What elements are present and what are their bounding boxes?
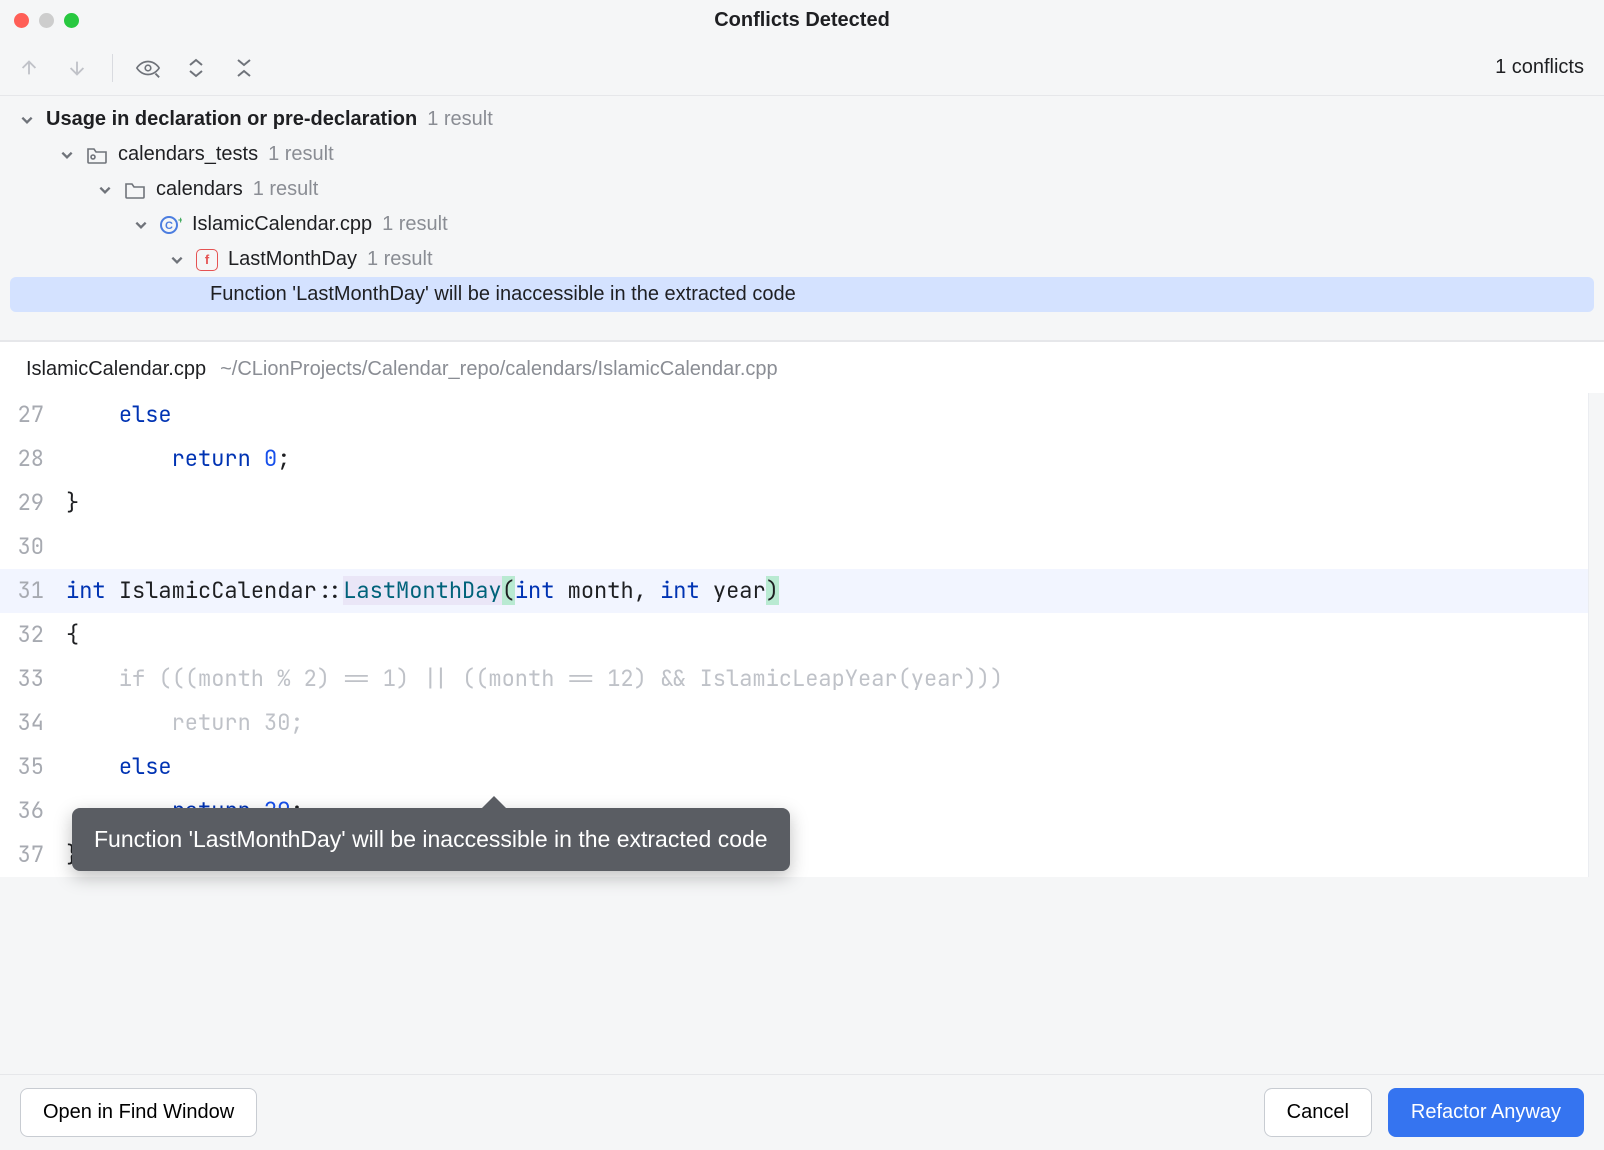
editor-file-name: IslamicCalendar.cpp xyxy=(26,358,206,381)
toolbar: 1 conflicts xyxy=(0,40,1604,96)
editor-panel: IslamicCalendar.cpp ~/CLionProjects/Cale… xyxy=(0,341,1604,877)
line-number: 34 xyxy=(0,701,54,745)
close-window-button[interactable] xyxy=(14,13,29,28)
chevron-down-icon[interactable] xyxy=(58,146,76,164)
cpp-file-icon: C+ xyxy=(160,214,182,236)
line-number: 27 xyxy=(0,393,54,437)
tree-row-conflict[interactable]: Function 'LastMonthDay' will be inaccess… xyxy=(10,277,1594,312)
editor-header: IslamicCalendar.cpp ~/CLionProjects/Cale… xyxy=(0,342,1604,393)
minimize-window-button[interactable] xyxy=(39,13,54,28)
tree-count: 1 result xyxy=(367,248,433,271)
traffic-lights xyxy=(14,13,79,28)
tree-label: IslamicCalendar.cpp xyxy=(192,213,372,236)
function-icon: f xyxy=(196,249,218,271)
line-number: 31 xyxy=(0,569,54,613)
chevron-down-icon[interactable] xyxy=(96,181,114,199)
code-line: 34 return 30; xyxy=(0,701,1604,745)
tree-label: calendars_tests xyxy=(118,143,258,166)
chevron-down-icon[interactable] xyxy=(132,216,150,234)
code-line: 35 else xyxy=(0,745,1604,789)
chevron-down-icon[interactable] xyxy=(168,251,186,269)
titlebar: Conflicts Detected xyxy=(0,0,1604,40)
conflict-tooltip: Function 'LastMonthDay' will be inaccess… xyxy=(72,808,790,871)
code-line: 29 } xyxy=(0,481,1604,525)
code-line-highlighted: 31 int IslamicCalendar::LastMonthDay(int… xyxy=(0,569,1604,613)
line-number: 33 xyxy=(0,657,54,701)
line-number: 29 xyxy=(0,481,54,525)
toolbar-separator xyxy=(112,54,113,82)
conflict-count: 1 conflicts xyxy=(1495,56,1588,79)
tree-count: 1 result xyxy=(268,143,334,166)
refactor-anyway-button[interactable]: Refactor Anyway xyxy=(1388,1088,1584,1137)
tree-row-file[interactable]: C+ IslamicCalendar.cpp 1 result xyxy=(0,207,1604,242)
code-line: 33 if (((month % 2) == 1) || ((month == … xyxy=(0,657,1604,701)
line-number: 37 xyxy=(0,833,54,877)
conflict-tree: Usage in declaration or pre-declaration … xyxy=(0,96,1604,341)
open-in-find-button[interactable]: Open in Find Window xyxy=(20,1088,257,1137)
tree-row-folder[interactable]: calendars 1 result xyxy=(0,172,1604,207)
line-number: 36 xyxy=(0,789,54,833)
tree-label: Usage in declaration or pre-declaration xyxy=(46,108,417,131)
window-title: Conflicts Detected xyxy=(0,9,1604,32)
cancel-button[interactable]: Cancel xyxy=(1264,1088,1372,1137)
dialog-footer: Open in Find Window Cancel Refactor Anyw… xyxy=(0,1074,1604,1150)
line-number: 35 xyxy=(0,745,54,789)
chevron-down-icon[interactable] xyxy=(18,111,36,129)
editor-file-path: ~/CLionProjects/Calendar_repo/calendars/… xyxy=(220,358,778,381)
expand-collapse-icon[interactable] xyxy=(183,55,209,81)
line-number: 30 xyxy=(0,525,54,569)
conflict-message: Function 'LastMonthDay' will be inaccess… xyxy=(210,283,796,306)
tree-count: 1 result xyxy=(253,178,319,201)
svg-text:C: C xyxy=(165,220,173,232)
tree-row-project[interactable]: calendars_tests 1 result xyxy=(0,137,1604,172)
code-line: 28 return 0; xyxy=(0,437,1604,481)
preview-icon[interactable] xyxy=(135,55,161,81)
code-line: 30 xyxy=(0,525,1604,569)
editor-body[interactable]: 27 else 28 return 0; 29 } 30 31 int Isla… xyxy=(0,393,1604,877)
line-number: 28 xyxy=(0,437,54,481)
code-line: 27 else xyxy=(0,393,1604,437)
tree-count: 1 result xyxy=(427,108,493,131)
folder-icon xyxy=(124,179,146,201)
svg-text:+: + xyxy=(178,215,182,225)
scrollbar[interactable] xyxy=(1588,393,1604,877)
tree-row-function[interactable]: f LastMonthDay 1 result xyxy=(0,242,1604,277)
project-icon xyxy=(86,144,108,166)
tree-row-root[interactable]: Usage in declaration or pre-declaration … xyxy=(0,102,1604,137)
tree-count: 1 result xyxy=(382,213,448,236)
next-occurrence-icon[interactable] xyxy=(64,55,90,81)
code-line: 32 { xyxy=(0,613,1604,657)
prev-occurrence-icon[interactable] xyxy=(16,55,42,81)
tree-label: LastMonthDay xyxy=(228,248,357,271)
collapse-all-icon[interactable] xyxy=(231,55,257,81)
maximize-window-button[interactable] xyxy=(64,13,79,28)
tree-label: calendars xyxy=(156,178,243,201)
line-number: 32 xyxy=(0,613,54,657)
